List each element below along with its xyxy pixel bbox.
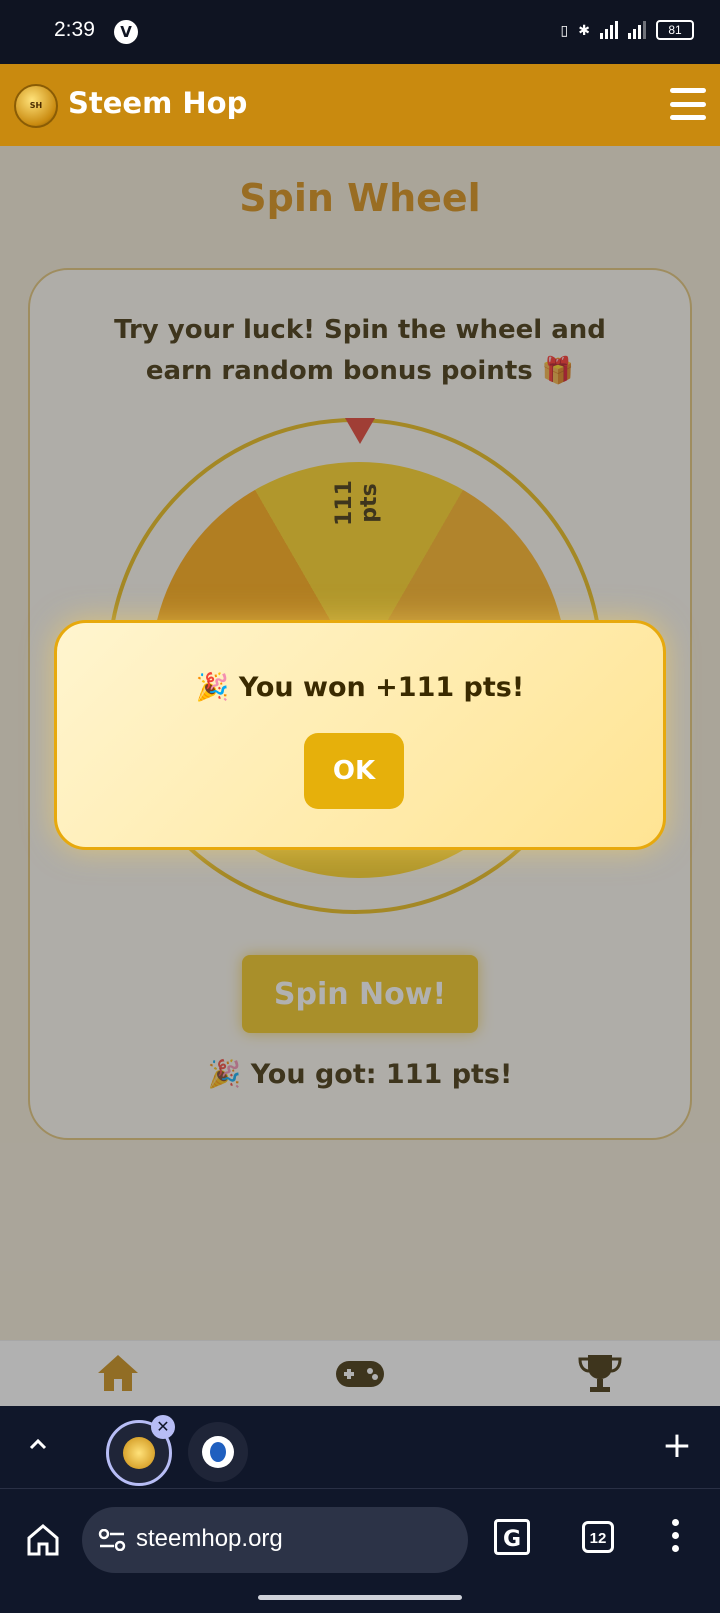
vpn-icon: V [114, 20, 138, 44]
translate-icon[interactable]: G [494, 1519, 530, 1555]
ok-button[interactable]: OK [304, 733, 404, 809]
close-tab-icon[interactable]: ✕ [151, 1415, 175, 1439]
win-message: 🎉 You won +111 pts! [195, 672, 525, 703]
app-logo[interactable]: SH [14, 84, 58, 128]
steemhop-favicon-icon [123, 1437, 155, 1469]
system-icons: ▯ ✱ 81 [561, 20, 694, 40]
tab-other[interactable] [188, 1422, 248, 1482]
signal-icon-1 [600, 21, 618, 39]
win-dialog: 🎉 You won +111 pts! OK [54, 620, 666, 850]
url-text: steemhop.org [136, 1525, 283, 1552]
bluetooth-icon: ✱ [578, 21, 590, 38]
vibrate-icon: ▯ [560, 21, 569, 38]
gesture-bar [258, 1595, 462, 1600]
site-settings-icon[interactable] [98, 1529, 126, 1551]
tab-count-button[interactable]: 12 [582, 1521, 614, 1553]
more-options-icon[interactable] [672, 1519, 680, 1558]
status-time: 2:39 [54, 18, 95, 41]
new-tab-icon[interactable]: + [662, 1428, 692, 1464]
address-bar[interactable]: steemhop.org [82, 1507, 468, 1573]
menu-icon[interactable] [670, 88, 706, 120]
signal-icon-2 [628, 21, 646, 39]
browser-toolbar: steemhop.org G 12 [0, 1488, 720, 1613]
battery-icon: 81 [656, 20, 694, 40]
browser-home-icon[interactable] [26, 1523, 60, 1557]
tab-steemhop[interactable]: ✕ [106, 1415, 175, 1486]
app-header: SH Steem Hop [0, 64, 720, 146]
app-title[interactable]: Steem Hop [68, 86, 247, 120]
globe-favicon-icon [202, 1436, 234, 1468]
chevron-up-icon[interactable] [28, 1434, 48, 1454]
status-bar: 2:39 V ▯ ✱ 81 [0, 0, 720, 64]
browser-tab-strip: ✕ + [0, 1406, 720, 1488]
